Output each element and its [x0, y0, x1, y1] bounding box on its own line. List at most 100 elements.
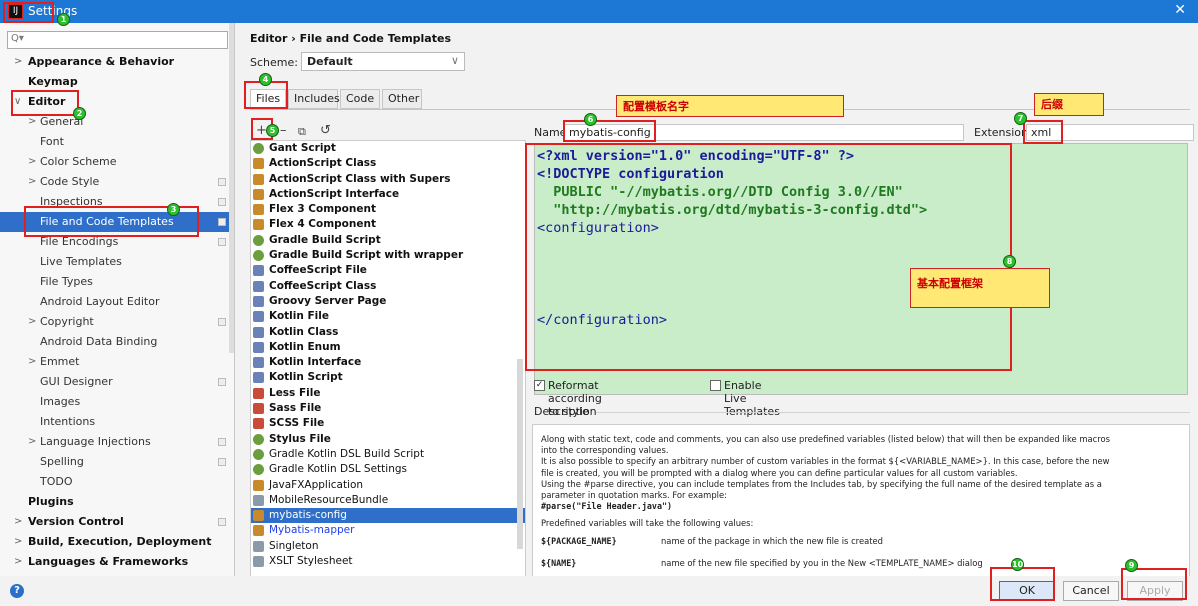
sidebar-item[interactable]: Keymap: [0, 72, 229, 92]
tab-includes[interactable]: Includes: [288, 89, 340, 109]
description-text: It is also possible to specify an arbitr…: [541, 456, 1110, 467]
sidebar-item[interactable]: GUI Designer: [0, 372, 229, 392]
copy-icon[interactable]: ⧉: [298, 125, 306, 139]
live-templates-checkbox[interactable]: [710, 380, 721, 391]
remove-icon[interactable]: –: [280, 123, 287, 138]
sidebar-item[interactable]: Android Layout Editor: [0, 292, 229, 312]
sidebar-item[interactable]: Live Templates: [0, 252, 229, 272]
search-input[interactable]: Q▾: [7, 31, 228, 49]
sidebar-item[interactable]: File Types: [0, 272, 229, 292]
description-text: file is created, you will be prompted wi…: [541, 467, 1018, 478]
sidebar-item-label: File Types: [40, 275, 93, 288]
annotation-box: [1121, 568, 1187, 600]
annotation-note: 基本配置框架: [910, 268, 1050, 308]
tab-other[interactable]: Other: [382, 89, 422, 109]
settings-tree: > Appearance & Behavior Keymap ∨ Editor > Gene…: [0, 52, 229, 572]
sidebar-item[interactable]: TODO: [0, 472, 229, 492]
template-list-item[interactable]: Kotlin Enum: [251, 340, 525, 355]
description-example: #parse("File Header.java"): [541, 501, 673, 512]
template-list-item[interactable]: Groovy Server Page: [251, 294, 525, 309]
file-type-icon: [253, 143, 264, 154]
template-label: mybatis-config: [269, 509, 347, 522]
template-list-item[interactable]: Kotlin Script: [251, 370, 525, 385]
template-label: Gant Script: [269, 142, 336, 154]
chevron-right-icon[interactable]: >: [28, 152, 36, 172]
file-type-icon: [253, 510, 264, 522]
scheme-select[interactable]: Default ∨: [301, 52, 465, 71]
sidebar-item[interactable]: > Copyright: [0, 312, 229, 332]
template-list-item[interactable]: Kotlin Class: [251, 325, 525, 340]
template-list-item[interactable]: Gradle Kotlin DSL Settings: [251, 462, 525, 477]
reset-icon[interactable]: ↺: [320, 123, 331, 138]
chevron-right-icon[interactable]: >: [28, 432, 36, 452]
cancel-button[interactable]: Cancel: [1063, 581, 1119, 601]
template-list-item[interactable]: Sass File: [251, 401, 525, 416]
sidebar-item[interactable]: > Emmet: [0, 352, 229, 372]
template-list-item[interactable]: Flex 4 Component: [251, 217, 525, 232]
template-label: Flex 3 Component: [269, 203, 376, 216]
sidebar-item[interactable]: > Build, Execution, Deployment: [0, 532, 229, 552]
template-list-item[interactable]: MobileResourceBundle: [251, 493, 525, 508]
sidebar-item[interactable]: > Code Style: [0, 172, 229, 192]
sidebar-item[interactable]: > Version Control: [0, 512, 229, 532]
sidebar-item[interactable]: Font: [0, 132, 229, 152]
template-list-item[interactable]: Less File: [251, 386, 525, 401]
file-type-icon: [253, 295, 264, 307]
file-type-icon: [253, 219, 264, 231]
description-pane: Along with static text, code and comment…: [532, 424, 1190, 579]
close-icon[interactable]: ✕: [1174, 2, 1186, 18]
file-type-icon: [253, 188, 264, 200]
template-list-item[interactable]: Gradle Kotlin DSL Build Script: [251, 447, 525, 462]
annotation-box: [990, 567, 1055, 601]
sidebar-item[interactable]: > Languages & Frameworks: [0, 552, 229, 572]
file-type-icon: [253, 326, 264, 338]
template-label: CoffeeScript Class: [269, 279, 377, 292]
template-list-item[interactable]: mybatis-config: [251, 508, 525, 524]
chevron-right-icon[interactable]: >: [14, 52, 22, 72]
template-list-item[interactable]: Flex 3 Component: [251, 202, 525, 217]
reformat-checkbox[interactable]: ✓: [534, 380, 545, 391]
template-list-item[interactable]: ActionScript Class: [251, 156, 525, 171]
template-list-item[interactable]: Gradle Build Script: [251, 233, 525, 248]
scheme-label: Scheme:: [250, 56, 298, 69]
template-list-item[interactable]: Gant Script: [251, 141, 525, 156]
scheme-value: Default: [307, 55, 353, 68]
template-list-item[interactable]: ActionScript Interface: [251, 187, 525, 202]
template-list-item[interactable]: Stylus File: [251, 432, 525, 447]
template-label: Kotlin Script: [269, 371, 343, 384]
chevron-right-icon[interactable]: >: [28, 312, 36, 332]
sidebar-item[interactable]: > Color Scheme: [0, 152, 229, 172]
chevron-right-icon[interactable]: >: [28, 172, 36, 192]
template-list-scrollbar[interactable]: [517, 359, 523, 549]
tab-code[interactable]: Code: [340, 89, 380, 109]
sidebar-item[interactable]: > Language Injections: [0, 432, 229, 452]
sidebar-item[interactable]: Android Data Binding: [0, 332, 229, 352]
template-list-item[interactable]: XSLT Stylesheet: [251, 554, 525, 569]
template-list-item[interactable]: SCSS File: [251, 416, 525, 431]
template-list-item[interactable]: CoffeeScript Class: [251, 279, 525, 294]
template-list-item[interactable]: Kotlin Interface: [251, 355, 525, 370]
template-list-item[interactable]: JavaFXApplication: [251, 478, 525, 493]
sidebar-item[interactable]: Spelling: [0, 452, 229, 472]
template-list-item[interactable]: Gradle Build Script with wrapper: [251, 248, 525, 263]
sidebar-item[interactable]: Images: [0, 392, 229, 412]
template-list-item[interactable]: Singleton: [251, 539, 525, 554]
chevron-right-icon[interactable]: >: [14, 512, 22, 532]
template-list-item[interactable]: CoffeeScript File: [251, 263, 525, 278]
chevron-right-icon[interactable]: >: [28, 352, 36, 372]
template-label: Gradle Kotlin DSL Build Script: [269, 447, 425, 460]
sidebar-item[interactable]: > Appearance & Behavior: [0, 52, 229, 72]
chevron-right-icon[interactable]: >: [14, 532, 22, 552]
project-scope-icon: [218, 518, 226, 526]
sidebar-scrollbar[interactable]: [229, 23, 234, 353]
sidebar-item-label: Copyright: [40, 315, 94, 328]
template-list-item[interactable]: ActionScript Class with Supers: [251, 172, 525, 187]
sidebar-item-label: Language Injections: [40, 435, 151, 448]
sidebar-item[interactable]: Plugins: [0, 492, 229, 512]
chevron-right-icon[interactable]: >: [14, 552, 22, 572]
project-scope-icon: [218, 198, 226, 206]
template-list-item[interactable]: Kotlin File: [251, 309, 525, 324]
template-list-item[interactable]: Mybatis-mapper: [251, 523, 525, 538]
sidebar-item[interactable]: Intentions: [0, 412, 229, 432]
help-icon[interactable]: ?: [10, 584, 24, 598]
